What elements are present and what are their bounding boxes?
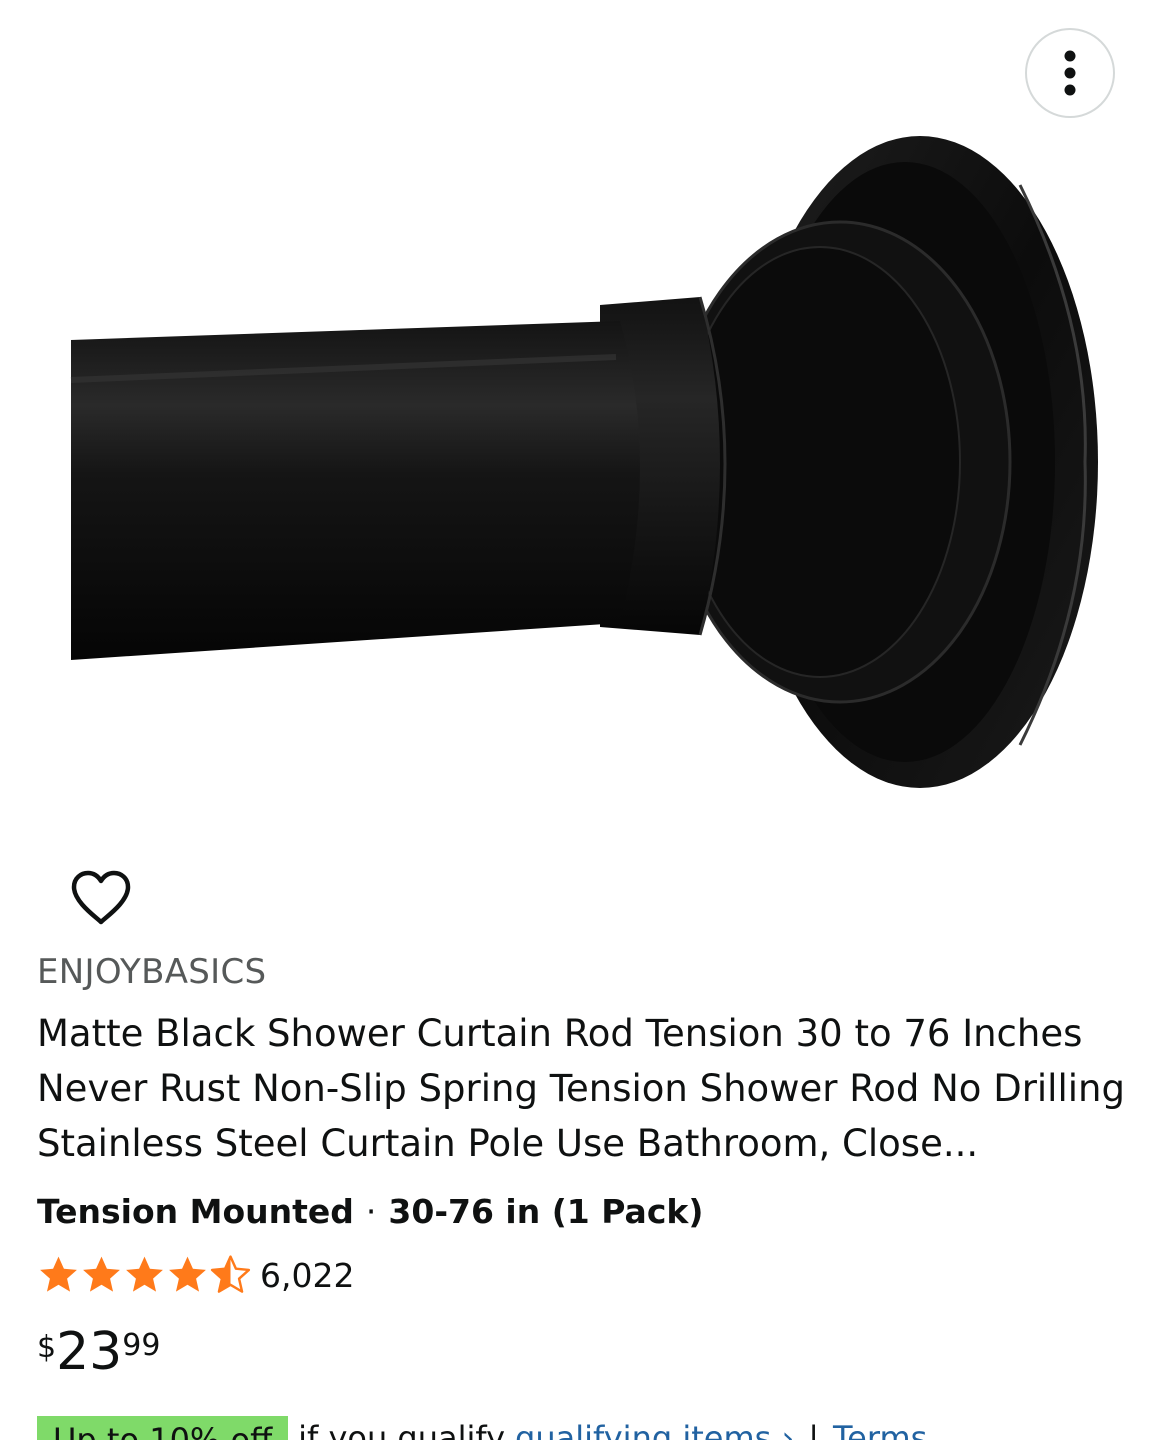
star-full-icon: [126, 1256, 163, 1292]
add-to-favorites-button[interactable]: [68, 868, 134, 928]
variant-separator: ·: [365, 1192, 377, 1231]
product-card: ENJOYBASICS Matte Black Shower Curtain R…: [0, 0, 1172, 1440]
more-options-button[interactable]: [1025, 28, 1115, 118]
star-full-icon: [169, 1256, 206, 1292]
promo-row: Up to 10% off if you qualify qualifying …: [37, 1416, 927, 1440]
qualifying-items-link[interactable]: qualifying items ›: [515, 1416, 794, 1440]
star-full-icon: [40, 1256, 77, 1292]
heart-outline-icon: [71, 870, 131, 925]
review-count[interactable]: 6,022: [260, 1256, 354, 1295]
variant-style: Tension Mounted: [37, 1192, 354, 1231]
terms-link[interactable]: Terms: [833, 1416, 927, 1440]
more-vertical-icon: [1064, 50, 1076, 96]
star-rating: [37, 1254, 252, 1296]
promo-text: if you qualify: [298, 1419, 506, 1440]
price-symbol: $: [37, 1330, 57, 1365]
rating-row[interactable]: 6,022: [37, 1250, 354, 1300]
variant-size: 30-76 in (1 Pack): [388, 1192, 704, 1231]
promo-separator: |: [808, 1419, 820, 1440]
price-fraction: 99: [122, 1328, 161, 1363]
product-title[interactable]: Matte Black Shower Curtain Rod Tension 3…: [37, 1006, 1137, 1171]
variant-info: Tension Mounted · 30-76 in (1 Pack): [37, 1192, 703, 1231]
star-full-icon: [83, 1256, 120, 1292]
price-whole: 23: [56, 1322, 123, 1382]
promo-badge: Up to 10% off: [37, 1416, 289, 1440]
star-half-icon: [210, 1255, 251, 1293]
brand-name[interactable]: ENJOYBASICS: [37, 952, 266, 992]
product-image[interactable]: [60, 125, 1120, 815]
price: $ 23 99: [37, 1322, 160, 1382]
